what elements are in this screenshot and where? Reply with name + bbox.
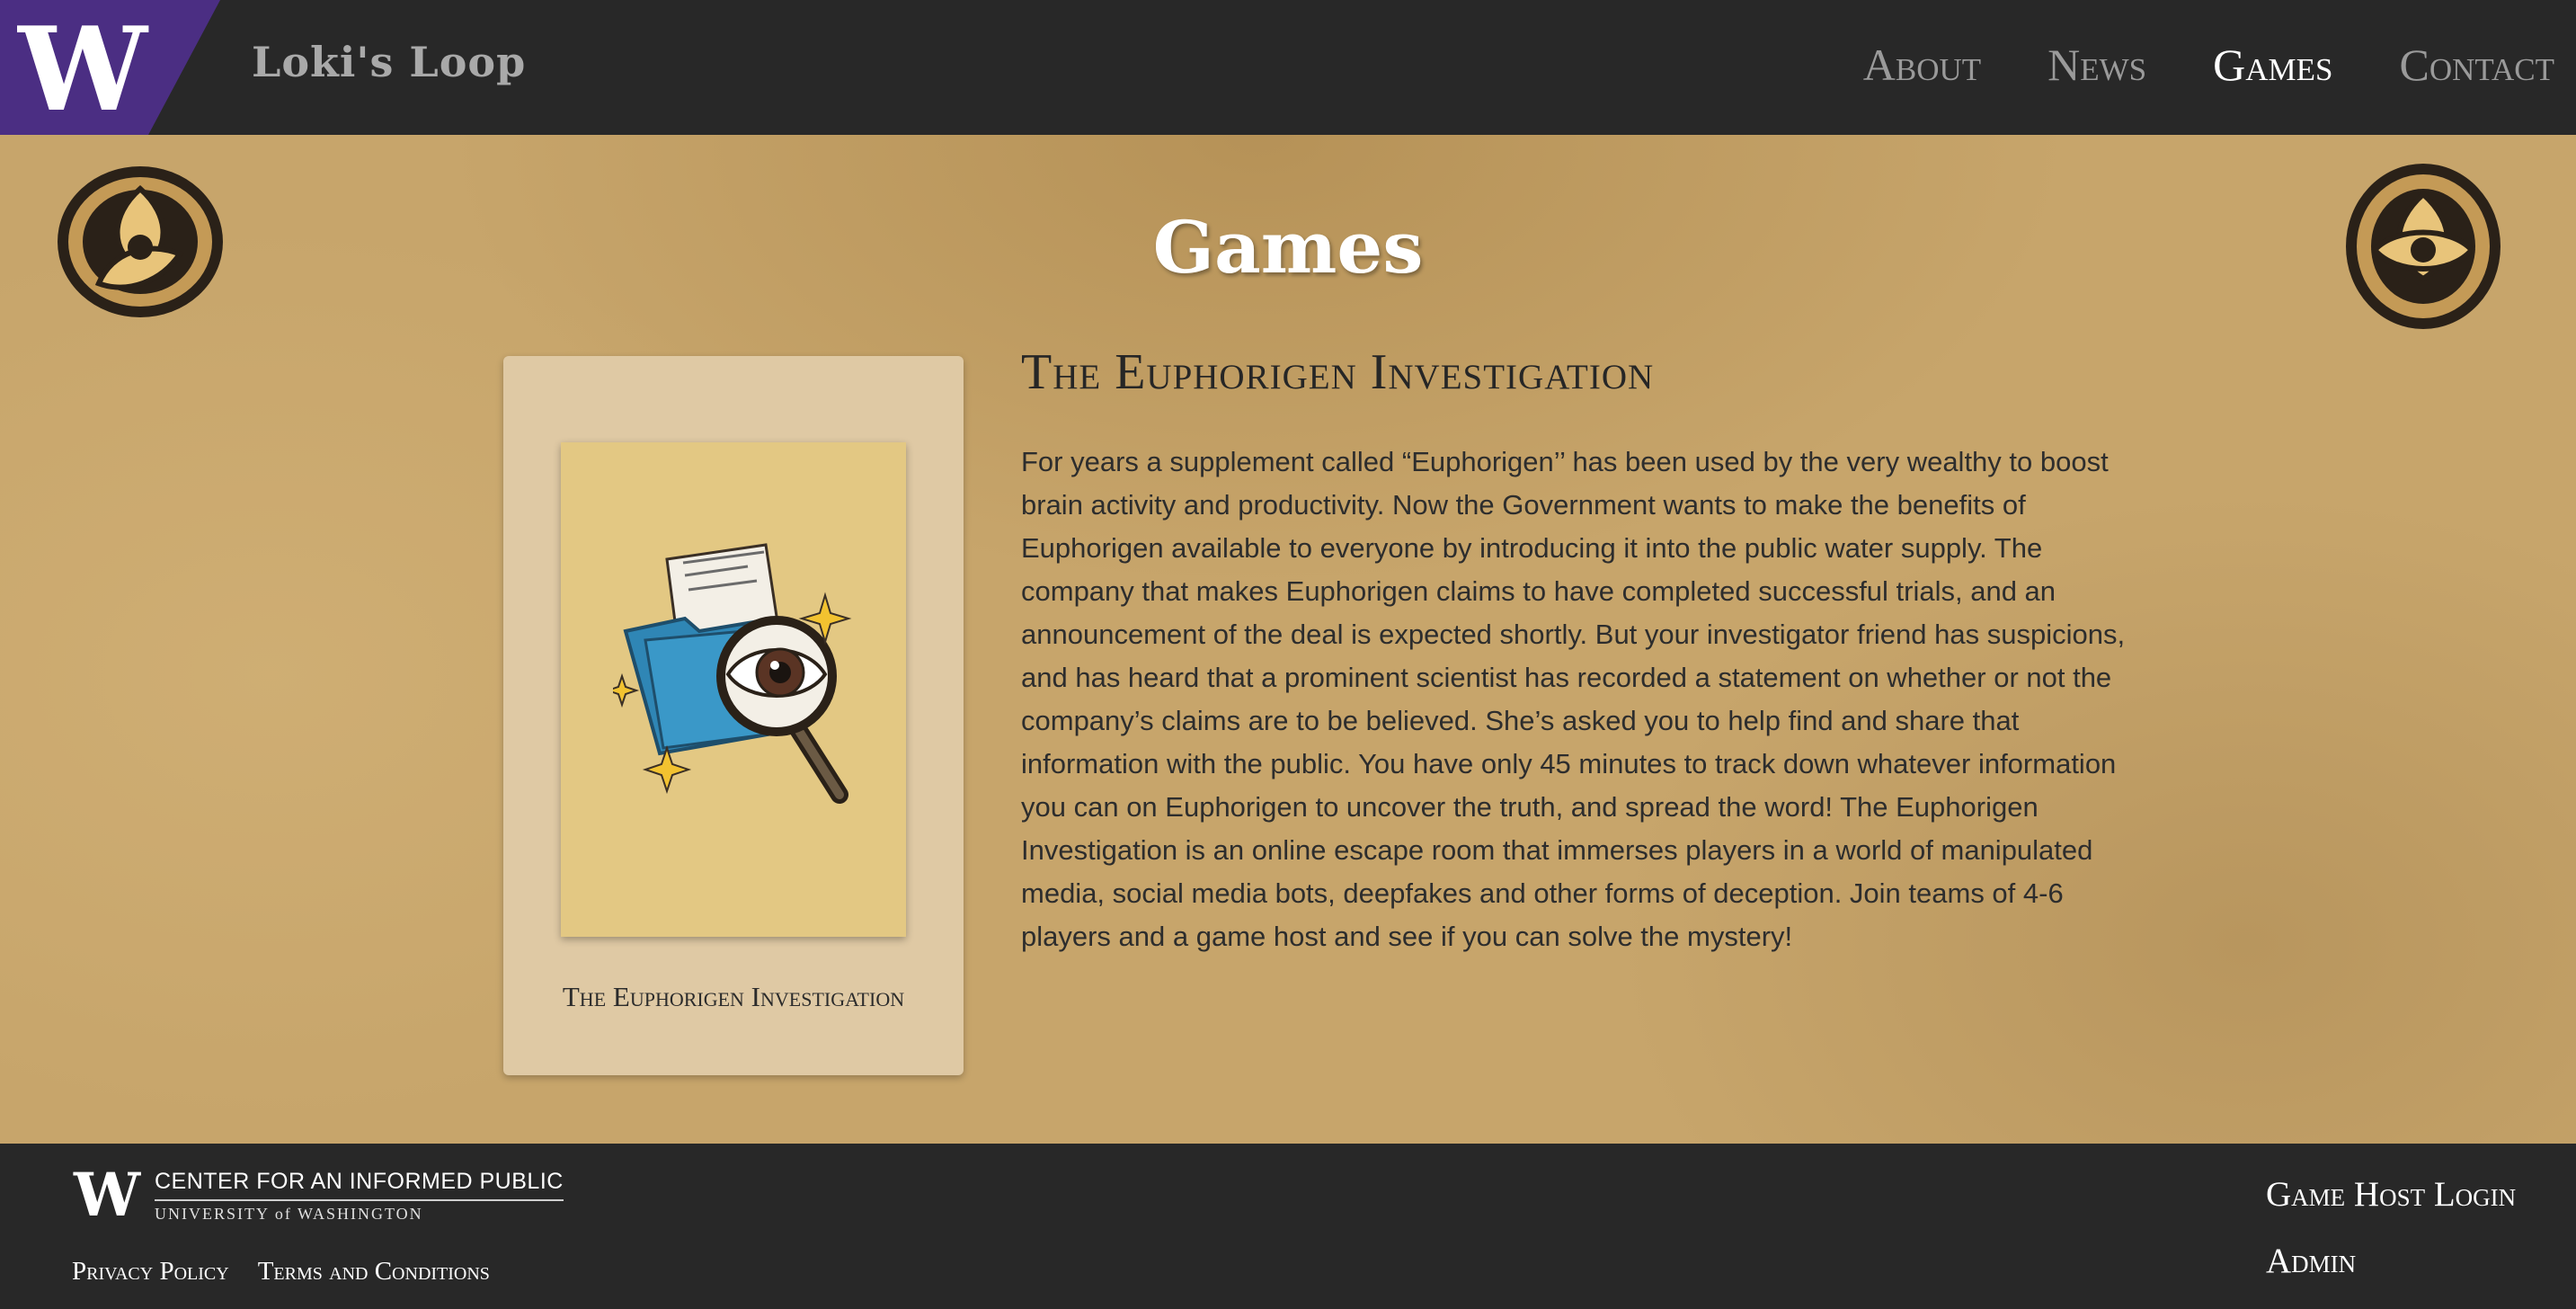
nav-news[interactable]: News [2047,38,2146,92]
game-heading: The Euphorigen Investigation [1021,344,1655,400]
game-card-caption[interactable]: The Euphorigen Investigation [521,980,946,1014]
main-nav: About News Games Contact [1797,38,2554,92]
admin-link[interactable]: Admin [2266,1241,2516,1282]
footer-account-links: Game Host Login Admin [2266,1174,2516,1307]
svg-text:W: W [73,1169,141,1219]
cip-logo[interactable]: W CENTER FOR AN INFORMED PUBLIC UNIVERSI… [72,1169,564,1224]
privacy-policy-link[interactable]: Privacy Policy [72,1257,229,1287]
site-footer: W CENTER FOR AN INFORMED PUBLIC UNIVERSI… [0,1144,2576,1309]
svg-text:W: W [16,3,149,135]
main-content: Games The Euphorigen Investigation The E… [0,135,2576,1144]
folder-magnifier-eye-icon [613,543,852,804]
cip-org-name: CENTER FOR AN INFORMED PUBLIC [155,1169,564,1201]
site-header: W Loki's Loop About News Games Contact [0,0,2576,135]
page-title: Games [1152,205,1424,289]
cip-university: UNIVERSITY of WASHINGTON [155,1205,423,1223]
nav-about[interactable]: About [1863,38,1981,92]
game-card-image[interactable] [561,442,906,937]
site-title[interactable]: Loki's Loop [252,38,526,86]
nav-contact[interactable]: Contact [2400,38,2554,92]
terms-link[interactable]: Terms and Conditions [258,1257,490,1287]
game-host-login-link[interactable]: Game Host Login [2266,1174,2516,1216]
footer-legal-links: Privacy Policy Terms and Conditions [72,1257,519,1287]
uw-logo-icon[interactable]: W [0,0,220,135]
cip-text: CENTER FOR AN INFORMED PUBLIC UNIVERSITY… [155,1169,564,1224]
game-card[interactable]: The Euphorigen Investigation [503,356,964,1075]
uw-w-logo-icon: W [73,1169,141,1219]
game-description: For years a supplement called “Euphorige… [1021,446,2126,952]
nav-games[interactable]: Games [2213,38,2332,92]
